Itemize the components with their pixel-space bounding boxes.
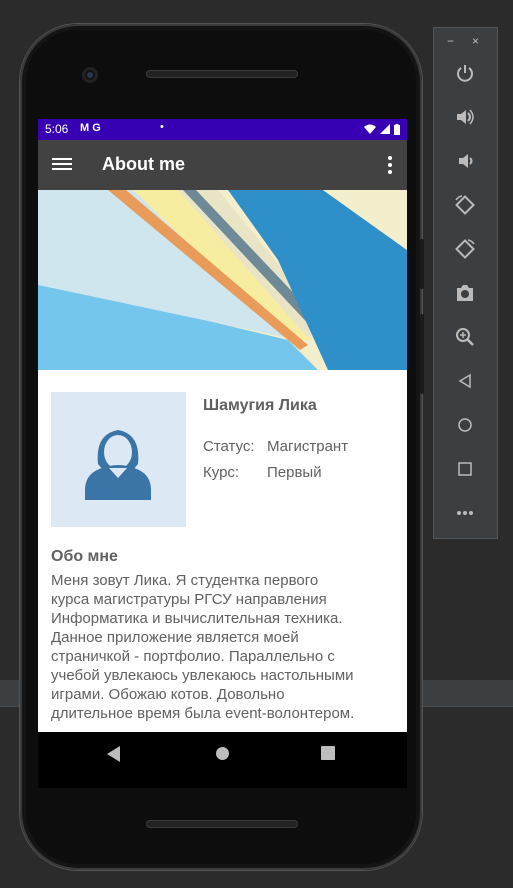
wifi-icon — [364, 124, 376, 134]
nav-home-icon[interactable] — [215, 746, 230, 761]
about-line: длительное время была event-волонтером. — [51, 705, 355, 722]
app-bar: About me — [38, 140, 407, 190]
about-line: курса магистратуры РГСУ направления — [51, 591, 327, 608]
notification-dot: • — [160, 121, 164, 133]
home-icon[interactable] — [452, 412, 478, 438]
about-text: Меня зовут Лика. Я студентка первого кур… — [51, 571, 396, 723]
status-label: Статус: — [203, 438, 255, 455]
more-icon[interactable] — [452, 500, 478, 526]
bottom-speaker — [146, 820, 298, 828]
rotate-left-icon[interactable] — [452, 192, 478, 218]
minimize-button[interactable]: − — [447, 34, 454, 48]
phone-power-key — [420, 239, 424, 289]
profile-name: Шамугия Лика — [203, 397, 317, 414]
status-icons — [364, 122, 400, 136]
course-label: Курс: — [203, 464, 240, 481]
back-icon[interactable] — [452, 368, 478, 394]
more-vert-icon[interactable] — [387, 156, 393, 176]
nav-back-icon[interactable] — [107, 746, 121, 762]
course-row: Курс: Первый — [203, 464, 322, 481]
status-row: Статус: Магистрант — [203, 438, 348, 455]
profile-content: Шамугия Лика Статус: Магистрант Курс: Перв… — [38, 370, 407, 732]
rotate-right-icon[interactable] — [452, 236, 478, 262]
notification-icons: M G — [80, 122, 101, 134]
nav-overview-icon[interactable] — [321, 746, 335, 760]
course-value: Первый — [267, 464, 322, 481]
front-camera — [82, 67, 98, 83]
device-screen: 5:06 M G • About me Шамугия Лика Статус:… — [38, 119, 407, 788]
zoom-icon[interactable] — [452, 324, 478, 350]
close-button[interactable]: × — [472, 34, 479, 48]
emulator-window-controls: − × — [434, 34, 497, 48]
phone-volume-key — [420, 314, 424, 394]
android-nav-bar — [38, 732, 407, 788]
about-line: Информатика и вычислительная техника. — [51, 610, 343, 627]
emulator-toolbar: − × — [433, 27, 498, 539]
user-female-icon — [85, 430, 151, 500]
about-heading: Обо мне — [51, 548, 118, 565]
avatar — [51, 392, 186, 527]
camera-icon[interactable] — [452, 280, 478, 306]
header-banner-image — [38, 190, 407, 370]
about-line: играми. Обожаю котов. Довольно — [51, 686, 285, 703]
battery-icon — [394, 123, 400, 135]
app-title: About me — [102, 154, 185, 174]
volume-down-icon[interactable] — [452, 148, 478, 174]
overview-icon[interactable] — [452, 456, 478, 482]
about-line: страничкой - портфолио. Параллельно с — [51, 648, 335, 665]
status-value: Магистрант — [267, 438, 349, 455]
menu-icon[interactable] — [52, 155, 72, 175]
power-icon[interactable] — [452, 60, 478, 86]
status-time: 5:06 — [45, 122, 69, 136]
status-bar: 5:06 M G • — [38, 119, 407, 140]
about-line: Данное приложение является моей — [51, 629, 299, 646]
signal-icon — [380, 124, 390, 134]
about-line: Меня зовут Лика. Я студентка первого — [51, 572, 319, 589]
about-line: учебой увлекаюсь увлекаюсь настольными — [51, 667, 354, 684]
volume-up-icon[interactable] — [452, 104, 478, 130]
top-speaker — [146, 70, 298, 78]
